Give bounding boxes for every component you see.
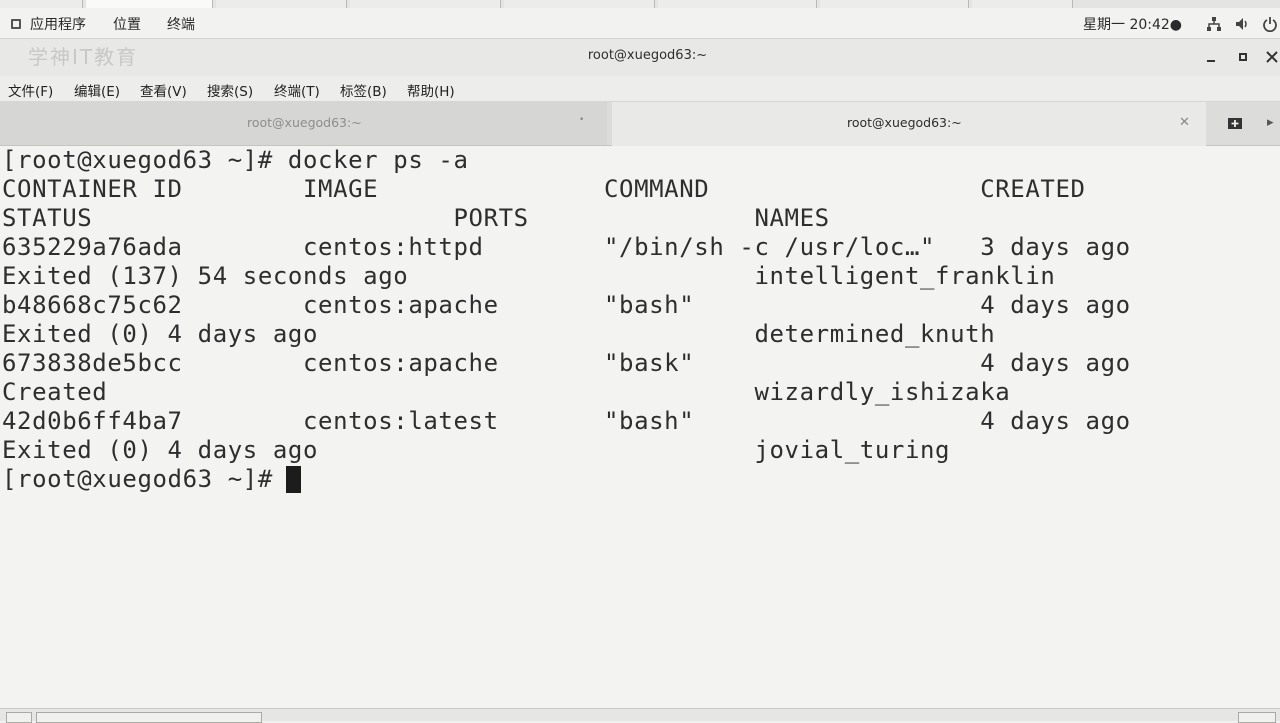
- tab-terminal-1[interactable]: root@xuegod63:~ •: [0, 102, 607, 145]
- apps-icon: [11, 19, 21, 29]
- host-tab[interactable]: [504, 0, 655, 8]
- show-desktop-button[interactable]: [6, 712, 32, 723]
- menu-bar: 文件(F) 编辑(E) 查看(V) 搜索(S) 终端(T) 标签(B) 帮助(H…: [0, 76, 1280, 102]
- gnome-top-panel: 应用程序 位置 终端 星期一 20:42●: [0, 8, 1280, 39]
- terminal-line: Created wizardly_ishizaka: [2, 378, 1011, 406]
- window-titlebar[interactable]: 学神IT教育 root@xuegod63:~: [0, 39, 1280, 77]
- host-tab[interactable]: [86, 0, 213, 8]
- host-tab[interactable]: [0, 0, 83, 8]
- minimize-icon[interactable]: [1201, 47, 1221, 67]
- terminal-line: b48668c75c62 centos:apache "bash" 4 days…: [2, 291, 1131, 319]
- maximize-icon[interactable]: [1233, 47, 1253, 67]
- close-icon[interactable]: ✕: [1179, 115, 1190, 130]
- terminal-tab-bar: root@xuegod63:~ • root@xuegod63:~ ✕: [0, 102, 1280, 147]
- tab-label: root@xuegod63:~: [847, 115, 962, 130]
- applications-menu[interactable]: 应用程序: [30, 14, 86, 34]
- host-tab[interactable]: [658, 0, 817, 8]
- menu-view[interactable]: 查看(V): [140, 80, 187, 100]
- terminal-line: [root@xuegod63 ~]# docker ps -a: [2, 146, 469, 174]
- host-tab[interactable]: [350, 0, 501, 8]
- chevron-right-icon[interactable]: ▸: [1267, 115, 1274, 130]
- menu-help[interactable]: 帮助(H): [407, 80, 455, 100]
- terminal-line: Exited (0) 4 days ago jovial_turing: [2, 436, 951, 464]
- bottom-taskbar: [0, 708, 1280, 723]
- taskbar-window-button[interactable]: [36, 712, 262, 723]
- new-tab-icon[interactable]: [1226, 114, 1244, 132]
- menu-tabs[interactable]: 标签(B): [340, 80, 387, 100]
- terminal-line: CONTAINER ID IMAGE COMMAND CREATED: [2, 175, 1086, 203]
- host-tab[interactable]: [972, 0, 1073, 8]
- tab-label: root@xuegod63:~: [247, 115, 362, 130]
- terminal-line: STATUS PORTS NAMES: [2, 204, 830, 232]
- terminal-line: 635229a76ada centos:httpd "/bin/sh -c /u…: [2, 233, 1131, 261]
- terminal-prompt: [root@xuegod63 ~]#: [2, 465, 288, 493]
- menu-search[interactable]: 搜索(S): [207, 80, 253, 100]
- clock[interactable]: 星期一 20:42●: [1083, 14, 1182, 34]
- host-tab[interactable]: [216, 0, 347, 8]
- terminal-line: Exited (137) 54 seconds ago intelligent_…: [2, 262, 1056, 290]
- power-icon[interactable]: [1262, 16, 1278, 32]
- terminal-app-menu[interactable]: 终端: [167, 14, 195, 34]
- tab-terminal-2[interactable]: root@xuegod63:~ ✕: [612, 102, 1206, 147]
- network-icon[interactable]: [1206, 16, 1222, 32]
- places-menu[interactable]: 位置: [113, 14, 141, 34]
- window-title: root@xuegod63:~: [587, 48, 708, 63]
- menu-file[interactable]: 文件(F): [8, 80, 53, 100]
- menu-edit[interactable]: 编辑(E): [74, 80, 120, 100]
- terminal-line: 673838de5bcc centos:apache "bask" 4 days…: [2, 349, 1131, 377]
- menu-terminal[interactable]: 终端(T): [274, 80, 320, 100]
- terminal-line: 42d0b6ff4ba7 centos:latest "bash" 4 days…: [2, 407, 1131, 435]
- terminal-output[interactable]: [root@xuegod63 ~]# docker ps -a CONTAINE…: [0, 146, 1280, 708]
- text-cursor: [286, 466, 301, 493]
- workspace-switcher[interactable]: [1238, 712, 1276, 723]
- volume-icon[interactable]: [1234, 16, 1250, 32]
- terminal-line: Exited (0) 4 days ago determined_knuth: [2, 320, 996, 348]
- host-tab[interactable]: [820, 0, 969, 8]
- close-icon[interactable]: •: [579, 115, 584, 125]
- close-icon[interactable]: [1262, 47, 1280, 67]
